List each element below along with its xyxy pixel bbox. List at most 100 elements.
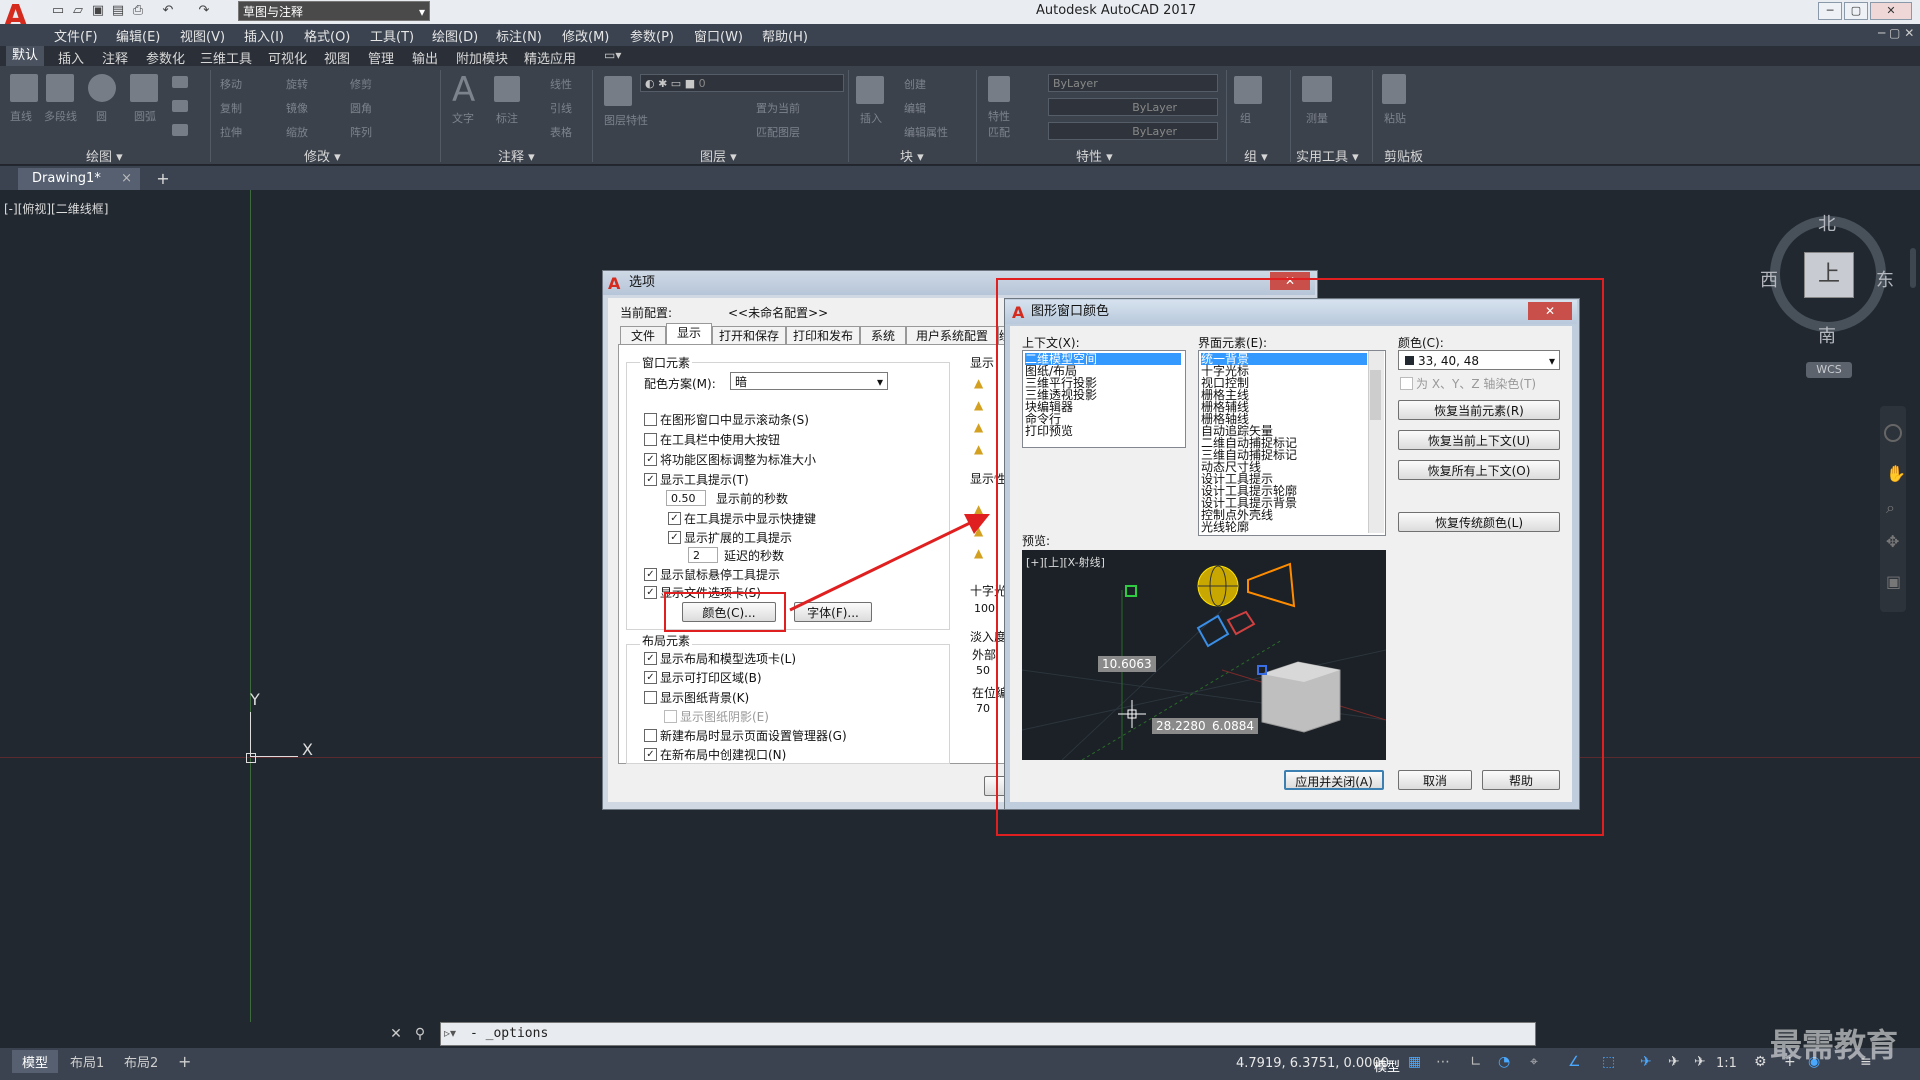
gear-icon[interactable]: ⚙ <box>1754 1054 1767 1070</box>
tab-3d-tools[interactable]: 三维工具 <box>200 48 252 67</box>
layer-dropdown[interactable]: ◐ ✱ ▭ ■ 0 <box>640 74 844 92</box>
restore-current-context-button[interactable]: 恢复当前上下文(U) <box>1398 430 1560 450</box>
menu-dimension[interactable]: 标注(N) <box>496 26 542 45</box>
tab-plot-publish[interactable]: 打印和发布 <box>786 326 860 345</box>
command-customize-icon[interactable]: ⚲ <box>406 1022 434 1046</box>
paste-icon[interactable] <box>1382 74 1406 104</box>
panel-title-block[interactable]: 块 ▾ <box>900 146 924 165</box>
tool-trim[interactable]: 修剪 <box>350 76 372 92</box>
tool-linear[interactable]: 线性 <box>550 76 572 92</box>
panel-title-clipboard[interactable]: 剪贴板 <box>1384 146 1423 165</box>
checkbox-create-viewport[interactable]: ✓ <box>644 748 657 761</box>
layout-tab-1[interactable]: 布局1 <box>70 1052 104 1071</box>
tab-open-save[interactable]: 打开和保存 <box>712 326 786 345</box>
checkbox-scrollbars[interactable] <box>644 413 657 426</box>
annotation-visibility-icon[interactable]: ✈ <box>1640 1054 1652 1070</box>
hatch-icon[interactable] <box>172 100 188 112</box>
checkbox-rollover-tooltips[interactable]: ✓ <box>644 568 657 581</box>
arc-icon[interactable] <box>130 74 158 102</box>
model-space-button[interactable]: 模型 <box>1374 1056 1400 1075</box>
viewcube-top-face[interactable]: 上 <box>1804 252 1854 298</box>
polyline-icon[interactable] <box>46 74 74 102</box>
tool-fillet[interactable]: 圆角 <box>350 100 372 116</box>
color-select[interactable]: 33, 40, 48 ▾ <box>1398 350 1560 370</box>
region-icon[interactable] <box>172 124 188 136</box>
new-icon[interactable]: ▭ <box>50 3 66 19</box>
osnap-icon[interactable]: ⌖ <box>1530 1054 1538 1070</box>
grid-icon[interactable]: ▦ <box>1408 1054 1421 1070</box>
checkbox-large-buttons[interactable] <box>644 433 657 446</box>
checkbox-paper-shadow[interactable] <box>664 710 677 723</box>
tab-annotate[interactable]: 注释 <box>102 48 128 67</box>
open-icon[interactable]: ▱ <box>70 3 86 19</box>
showmotion-icon[interactable]: ▣ <box>1886 572 1901 591</box>
menu-tools[interactable]: 工具(T) <box>370 26 414 45</box>
panel-title-utilities[interactable]: 实用工具 ▾ <box>1296 146 1359 165</box>
panel-title-groups[interactable]: 组 ▾ <box>1244 146 1268 165</box>
wcs-menu[interactable]: WCS <box>1806 362 1852 378</box>
compass-south[interactable]: 南 <box>1818 322 1836 348</box>
tab-user-preferences[interactable]: 用户系统配置 <box>906 326 998 345</box>
linetype-control-dropdown[interactable]: ByLayer <box>1048 98 1218 116</box>
help-button[interactable]: 帮助 <box>1482 770 1560 790</box>
pan-icon[interactable]: ✋ <box>1886 464 1906 483</box>
checkbox-tooltips[interactable]: ✓ <box>644 473 657 486</box>
maximize-button[interactable]: ▢ <box>1844 2 1868 20</box>
undo-icon[interactable]: ↶ <box>160 3 176 19</box>
checkbox-ribbon-icons[interactable]: ✓ <box>644 453 657 466</box>
tool-table[interactable]: 表格 <box>550 124 572 140</box>
tab-view[interactable]: 视图 <box>324 48 350 67</box>
insert-block-icon[interactable] <box>856 76 884 104</box>
tool-copy[interactable]: 复制 <box>220 100 242 116</box>
redo-icon[interactable]: ↷ <box>196 3 212 19</box>
restore-current-element-button[interactable]: 恢复当前元素(R) <box>1398 400 1560 420</box>
menu-format[interactable]: 格式(O) <box>304 26 350 45</box>
xref-fade-value[interactable]: 50 <box>976 664 990 677</box>
ribbon-options-icon[interactable]: ▭▾ <box>604 48 621 62</box>
group-icon[interactable] <box>1234 76 1262 104</box>
checkbox-layout-tabs[interactable]: ✓ <box>644 652 657 665</box>
panel-title-modify[interactable]: 修改 ▾ <box>304 146 341 165</box>
line-icon[interactable] <box>10 74 38 102</box>
tab-output[interactable]: 输出 <box>412 48 438 67</box>
tab-system[interactable]: 系统 <box>860 326 906 345</box>
transparency-icon[interactable]: ⬚ <box>1602 1054 1615 1070</box>
compass-east[interactable]: 东 <box>1876 266 1894 292</box>
tool-scale[interactable]: 缩放 <box>286 124 308 140</box>
command-line-input[interactable] <box>440 1022 1536 1046</box>
restore-classic-colors-button[interactable]: 恢复传统颜色(L) <box>1398 512 1560 532</box>
color-dialog-close-button[interactable]: ✕ <box>1528 302 1572 320</box>
layout-tab-2[interactable]: 布局2 <box>124 1052 158 1071</box>
tab-home[interactable]: 默认 <box>6 46 45 66</box>
orbit-icon[interactable]: ✥ <box>1886 532 1899 551</box>
tool-edit-attributes[interactable]: 编辑属性 <box>904 124 948 140</box>
properties-icon[interactable] <box>988 76 1010 102</box>
panel-title-annotate[interactable]: 注释 ▾ <box>498 146 535 165</box>
context-item[interactable]: 打印预览 <box>1025 425 1073 437</box>
tab-display[interactable]: 显示 <box>666 323 712 345</box>
tool-set-current[interactable]: 置为当前 <box>756 100 800 116</box>
save-as-icon[interactable]: ▤ <box>110 3 126 19</box>
color-scheme-select[interactable]: 暗 ▾ <box>730 372 888 390</box>
workspace-dropdown[interactable]: 草图与注释 ▾ <box>238 1 430 21</box>
menu-view[interactable]: 视图(V) <box>180 26 225 45</box>
checkbox-extended-tooltips[interactable]: ✓ <box>668 531 681 544</box>
coordinates-readout[interactable]: 4.7919, 6.3751, 0.0000 <box>1236 1056 1389 1071</box>
auto-scale-icon[interactable]: ✈ <box>1668 1054 1680 1070</box>
text-tool-icon[interactable]: A <box>452 70 475 110</box>
polar-icon[interactable]: ◔ <box>1498 1054 1510 1070</box>
close-icon[interactable]: × <box>121 168 132 190</box>
zoom-icon[interactable]: ⌕ <box>1886 498 1895 518</box>
scrollbar-thumb[interactable] <box>1370 370 1381 420</box>
close-button[interactable]: ✕ <box>1870 2 1912 20</box>
compass-west[interactable]: 西 <box>1760 266 1778 292</box>
tab-visualize[interactable]: 可视化 <box>268 48 307 67</box>
dimension-icon[interactable] <box>494 76 520 102</box>
menu-modify[interactable]: 修改(M) <box>562 26 609 45</box>
steering-wheel-icon[interactable] <box>1884 424 1902 442</box>
layout-tab-model[interactable]: 模型 <box>12 1050 59 1073</box>
color-control-dropdown[interactable]: ByLayer <box>1048 74 1218 92</box>
tab-files[interactable]: 文件 <box>620 326 666 345</box>
tool-array[interactable]: 阵列 <box>350 124 372 140</box>
panel-title-layer[interactable]: 图层 ▾ <box>700 146 737 165</box>
